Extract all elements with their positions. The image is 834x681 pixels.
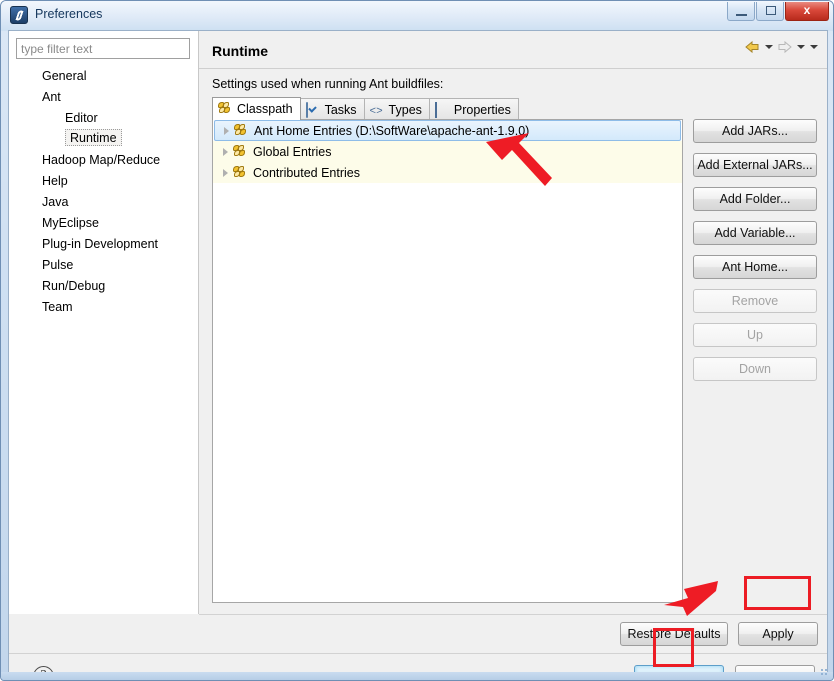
settings-description: Settings used when running Ant buildfile… [212,77,444,91]
tree-row[interactable]: Run/Debug [9,276,197,297]
tree-row[interactable]: General [9,66,197,87]
ant-home-button[interactable]: Ant Home... [693,255,817,279]
table-icon [434,101,450,118]
tree-row[interactable]: Hadoop Map/Reduce [9,150,197,171]
list-item[interactable]: Ant Home Entries (D:\SoftWare\apache-ant… [214,120,681,141]
tree-row[interactable]: Java [9,192,197,213]
remove-button: Remove [693,289,817,313]
navigation-toolbar [744,39,819,55]
tab-tasks[interactable]: Tasks [299,98,365,120]
header-divider [199,68,827,69]
list-item-label: Ant Home Entries (D:\SoftWare\apache-ant… [254,123,530,138]
list-item[interactable]: Global Entries [213,141,682,162]
preferences-window: Preferences x General Ant Editor [0,0,834,681]
classpath-entries-list[interactable]: Ant Home Entries (D:\SoftWare\apache-ant… [212,119,683,603]
tree-row[interactable]: Ant [9,87,197,108]
sidebar-item-help[interactable]: Help [9,171,197,192]
minimize-button[interactable] [727,2,755,21]
tab-properties-label: Properties [453,102,511,117]
ant-icon [233,166,248,179]
tree-row[interactable]: Runtime [9,129,197,150]
sidebar-item-plug-in-development[interactable]: Plug-in Development [9,234,197,255]
down-button: Down [693,357,817,381]
add-folder-button[interactable]: Add Folder... [693,187,817,211]
close-button[interactable]: x [785,2,829,21]
view-menu-chevron-down-icon[interactable] [808,39,819,55]
tab-types[interactable]: <> Types [363,98,430,120]
tree-row[interactable]: Plug-in Development [9,234,197,255]
resize-grip[interactable] [820,668,829,677]
tab-classpath[interactable]: Classpath [212,97,301,120]
maximize-button[interactable] [756,2,784,21]
ant-icon [234,124,249,137]
close-icon: x [803,3,811,17]
checklist-icon [305,101,321,118]
content-pane: Runtime Settings used when running Ant b… [199,31,827,614]
title-bar[interactable]: Preferences x [1,1,833,30]
list-item-label: Contributed Entries [253,165,361,180]
forward-history-chevron-down-icon[interactable] [795,39,806,55]
page-title: Runtime [212,43,268,59]
tree-row[interactable]: MyEclipse [9,213,197,234]
add-variable-button[interactable]: Add Variable... [693,221,817,245]
collapsed-triangle-icon[interactable] [219,145,233,159]
forward-arrow-icon [776,39,793,55]
sidebar-item-hadoop-map-reduce[interactable]: Hadoop Map/Reduce [9,150,197,171]
add-jars-button[interactable]: Add JARs... [693,119,817,143]
tab-properties[interactable]: Properties [428,98,519,120]
apply-row: Restore Defaults Apply [199,614,827,654]
dialog-body: General Ant Editor Runtime Hadoop Map/Re… [8,30,828,680]
up-button: Up [693,323,817,347]
apply-button[interactable]: Apply [738,622,818,646]
classpath-tabs: Classpath Tasks <> Types Properties [212,97,519,120]
tree-row[interactable]: Help [9,171,197,192]
sidebar-item-java[interactable]: Java [9,192,197,213]
preferences-tree[interactable]: General Ant Editor Runtime Hadoop Map/Re… [9,66,197,318]
collapsed-triangle-icon[interactable] [219,166,233,180]
eclipse-icon [10,6,28,24]
back-arrow-icon[interactable] [744,39,761,55]
tab-tasks-label: Tasks [324,102,357,117]
angle-brackets-icon: <> [369,105,383,118]
tab-classpath-label: Classpath [237,102,293,116]
preferences-sidebar: General Ant Editor Runtime Hadoop Map/Re… [9,31,199,614]
sidebar-item-runtime[interactable]: Runtime [65,129,122,146]
add-external-jars-button[interactable]: Add External JARs... [693,153,817,177]
sidebar-item-pulse[interactable]: Pulse [9,255,197,276]
sidebar-item-team[interactable]: Team [9,297,197,318]
tab-types-label: Types [388,102,422,117]
sidebar-item-run-debug[interactable]: Run/Debug [9,276,197,297]
list-item[interactable]: Contributed Entries [213,162,682,183]
list-item-label: Global Entries [253,144,332,159]
back-history-chevron-down-icon[interactable] [763,39,774,55]
ant-icon [233,145,248,158]
restore-defaults-button[interactable]: Restore Defaults [620,622,728,646]
sidebar-item-myeclipse[interactable]: MyEclipse [9,213,197,234]
ant-icon [218,102,233,116]
tree-row[interactable]: Team [9,297,197,318]
window-bottom-edge [1,668,833,680]
sidebar-item-general[interactable]: General [9,66,197,87]
window-title: Preferences [35,7,103,21]
filter-input[interactable] [16,38,190,59]
sidebar-item-editor[interactable]: Editor [9,108,197,129]
classpath-actions: Add JARs... Add External JARs... Add Fol… [693,119,817,381]
sidebar-item-ant[interactable]: Ant [9,87,197,108]
window-controls: x [727,2,829,21]
collapsed-triangle-icon[interactable] [220,124,234,138]
tree-row[interactable]: Editor [9,108,197,129]
tree-row[interactable]: Pulse [9,255,197,276]
